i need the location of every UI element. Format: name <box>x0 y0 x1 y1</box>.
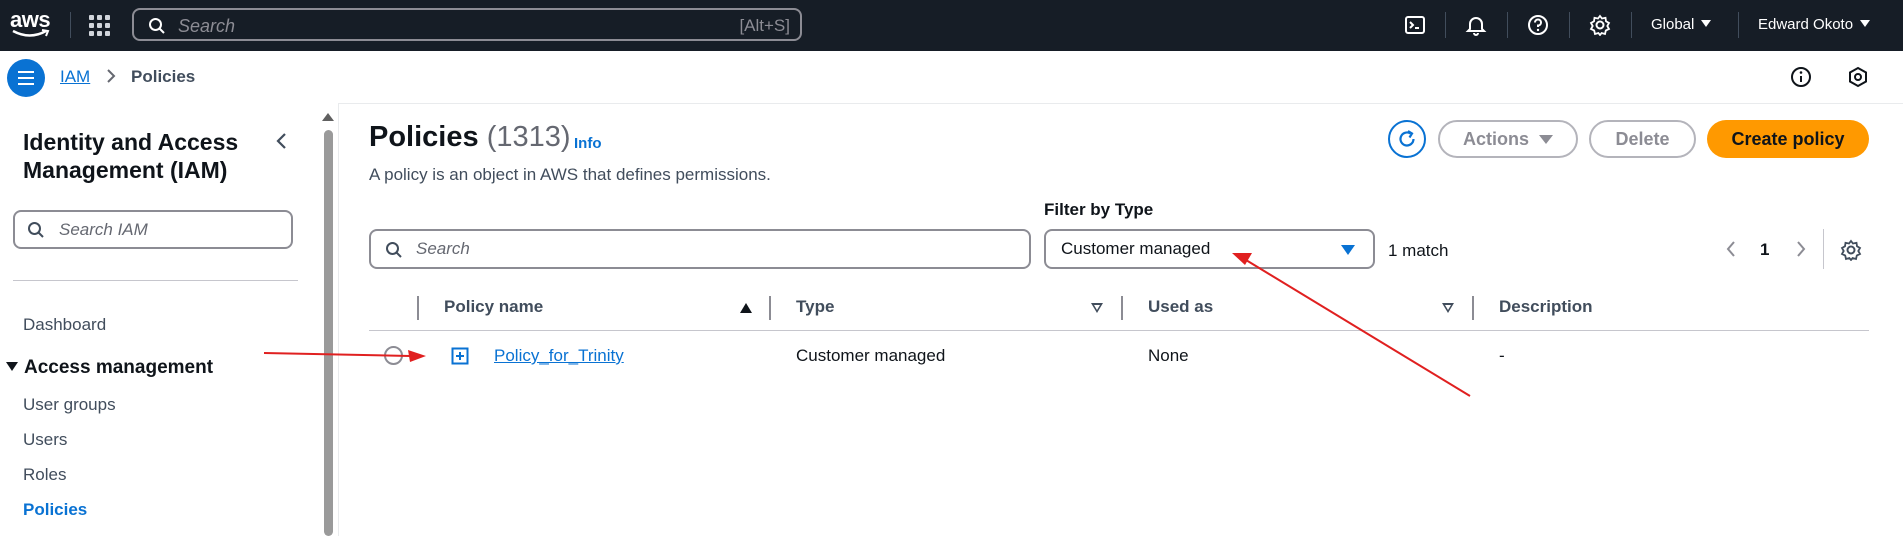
info-link[interactable]: Info <box>574 135 602 152</box>
divider <box>70 12 71 38</box>
divider <box>1738 12 1739 38</box>
sidebar-title: Identity and Access Management (IAM) <box>23 129 239 183</box>
aws-logo[interactable]: aws <box>10 9 52 41</box>
global-search-input[interactable]: Search [Alt+S] <box>132 8 802 41</box>
info-circle-icon[interactable] <box>1790 66 1812 88</box>
shield-settings-icon[interactable] <box>1847 66 1869 88</box>
search-shortcut: [Alt+S] <box>739 16 790 35</box>
chevron-down-icon <box>1860 20 1871 27</box>
sidebar-section-access-management[interactable]: Access management <box>6 357 213 379</box>
caret-down-icon <box>1539 135 1553 144</box>
previous-page-icon[interactable] <box>1724 239 1738 259</box>
search-icon <box>28 222 44 238</box>
refresh-icon <box>1399 130 1415 147</box>
divider <box>1823 229 1824 269</box>
policy-count: (1313) <box>486 121 571 153</box>
breadcrumb-iam-link[interactable]: IAM <box>60 67 90 87</box>
chevron-left-icon[interactable] <box>272 131 292 151</box>
page-title: Policies (1313) <box>369 121 571 153</box>
column-header-type[interactable]: Type <box>796 297 834 317</box>
page-description: A policy is an object in AWS that define… <box>369 165 771 184</box>
chevron-down-icon <box>1701 20 1712 27</box>
policy-used-as-cell: None <box>1148 346 1189 365</box>
policy-name-link[interactable]: Policy_for_Trinity <box>494 346 624 366</box>
region-selector[interactable]: Global <box>1651 16 1712 33</box>
row-select-radio[interactable] <box>384 346 403 365</box>
breadcrumb-current: Policies <box>131 67 196 86</box>
arrowhead <box>408 350 426 362</box>
table-header-divider <box>369 330 1869 331</box>
create-policy-button[interactable]: Create policy <box>1707 120 1869 158</box>
divider <box>13 280 298 281</box>
sidebar-item-user-groups[interactable]: User groups <box>23 395 116 415</box>
top-nav-bar: aws Search [Alt+S] Global Edward Okoto <box>0 0 1903 51</box>
sidebar-item-policies[interactable]: Policies <box>23 500 87 520</box>
column-header-used-as[interactable]: Used as <box>1148 297 1213 317</box>
policy-search-input[interactable]: Search <box>369 229 1031 269</box>
filter-by-type-label: Filter by Type <box>1044 200 1154 219</box>
sidebar-item-users[interactable]: Users <box>23 430 67 450</box>
policy-description-cell: - <box>1499 346 1505 365</box>
column-separator[interactable] <box>1472 296 1474 320</box>
divider <box>1507 12 1508 38</box>
sidebar-scrollbar[interactable] <box>324 130 333 536</box>
caret-down-icon <box>6 362 18 371</box>
policy-type-cell: Customer managed <box>796 346 946 365</box>
column-separator[interactable] <box>769 296 771 320</box>
divider <box>1445 12 1446 38</box>
sort-ascending-icon[interactable] <box>740 303 752 313</box>
column-separator <box>417 296 419 320</box>
sort-icon[interactable] <box>1091 303 1103 313</box>
table-preferences-gear-icon[interactable] <box>1840 239 1862 261</box>
search-icon <box>386 242 402 258</box>
sort-icon[interactable] <box>1442 303 1454 313</box>
settings-icon[interactable] <box>1589 14 1611 36</box>
annotation-arrow-to-filter <box>1245 259 1471 397</box>
column-header-policy-name[interactable]: Policy name <box>444 297 543 317</box>
delete-button[interactable]: Delete <box>1589 120 1696 158</box>
breadcrumb-bar: IAM Policies <box>0 51 1903 104</box>
sidebar-item-dashboard[interactable]: Dashboard <box>23 315 106 335</box>
search-placeholder: Search <box>178 16 236 36</box>
chevron-right-icon <box>107 69 116 83</box>
expand-plus-icon[interactable] <box>451 347 469 365</box>
next-page-icon[interactable] <box>1794 239 1808 259</box>
type-filter-select[interactable]: Customer managed <box>1044 229 1375 269</box>
column-separator[interactable] <box>1121 296 1123 320</box>
help-icon[interactable] <box>1527 14 1549 36</box>
divider <box>1569 12 1570 38</box>
account-menu[interactable]: Edward Okoto <box>1758 16 1871 33</box>
sidebar-item-roles[interactable]: Roles <box>23 465 66 485</box>
search-icon <box>149 18 165 34</box>
column-header-description[interactable]: Description <box>1499 297 1593 317</box>
divider <box>1631 12 1632 38</box>
match-count: 1 match <box>1388 241 1449 260</box>
sidebar-search-input[interactable]: Search IAM <box>13 210 293 249</box>
refresh-button[interactable] <box>1388 120 1426 158</box>
cloudshell-icon[interactable] <box>1404 14 1426 36</box>
actions-button[interactable]: Actions <box>1438 120 1578 158</box>
aws-smile-icon <box>12 29 50 37</box>
sidebar: Identity and Access Management (IAM) Sea… <box>0 103 339 536</box>
caret-down-icon <box>1341 245 1355 255</box>
scroll-up-arrow[interactable] <box>322 113 334 121</box>
bell-icon[interactable] <box>1465 14 1487 36</box>
navigation-menu-button[interactable] <box>7 59 45 97</box>
apps-grid-icon[interactable] <box>89 15 111 37</box>
current-page-number[interactable]: 1 <box>1760 240 1769 260</box>
